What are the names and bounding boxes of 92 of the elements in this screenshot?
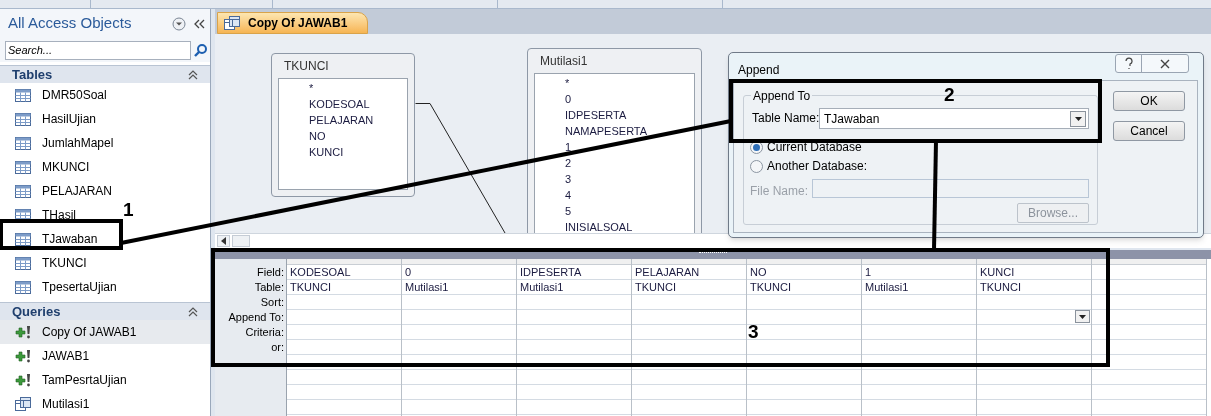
row-label: Append To: <box>227 310 285 325</box>
row-label: Sort: <box>259 295 285 310</box>
field-label: File Name: <box>750 183 808 200</box>
group-title: Tables <box>12 65 54 84</box>
dialog-button[interactable]: Cancel <box>1113 121 1185 141</box>
dropdown-button[interactable] <box>1070 110 1086 127</box>
grid-cell[interactable]: 0 <box>402 265 516 280</box>
plus-exclamation-icon <box>15 373 31 387</box>
close-icon <box>1160 58 1170 69</box>
grid-cell[interactable]: Mutilasi1 <box>517 280 631 295</box>
nav-item[interactable]: Mutilasi1 <box>0 392 94 416</box>
grid-cell[interactable]: NO <box>747 265 861 280</box>
nav-item[interactable]: JAWAB1 <box>0 344 94 368</box>
grid-cell[interactable]: Mutilasi1 <box>862 280 976 295</box>
nav-item[interactable]: PELAJARAN <box>0 179 117 203</box>
field-name[interactable]: * <box>309 80 407 96</box>
field-name[interactable]: NAMAPESERTA <box>565 123 694 139</box>
grid-cell[interactable]: KODESOAL <box>287 265 401 280</box>
help-icon <box>1124 57 1133 70</box>
nav-item[interactable]: TpesertaUjian <box>0 275 121 299</box>
grid-cell[interactable]: PELAJARAN <box>632 265 746 280</box>
nav-item[interactable]: TamPesrtaUjian <box>0 368 131 392</box>
search-field[interactable]: Search... <box>5 40 191 60</box>
scroll-left-icon[interactable] <box>217 235 230 247</box>
nav-item[interactable]: THasil <box>0 203 80 227</box>
plus-exclamation-icon <box>15 349 31 363</box>
radio-option[interactable]: Current Database <box>750 138 862 156</box>
plus-exclamation-icon <box>15 325 31 339</box>
field-name[interactable]: KODESOAL <box>309 96 407 112</box>
table-icon <box>15 88 31 102</box>
group-header[interactable]: Queries <box>0 302 210 320</box>
field-name[interactable]: KUNCI <box>309 144 407 160</box>
row-label: Criteria: <box>244 325 285 340</box>
table-icon <box>15 136 31 150</box>
table-icon <box>15 184 31 198</box>
grid-cell[interactable]: TKUNCI <box>632 280 746 295</box>
search-icon <box>194 43 207 57</box>
annotation-number: 3 <box>748 322 759 342</box>
group-header[interactable]: Tables <box>0 65 210 83</box>
field-label: Table Name: <box>752 110 820 127</box>
grid-cell[interactable]: IDPESERTA <box>517 265 631 280</box>
field-name[interactable]: 2 <box>565 155 694 171</box>
nav-item[interactable]: TKUNCI <box>0 251 91 275</box>
grid-cell[interactable]: TKUNCI <box>977 280 1091 295</box>
grid-cell[interactable]: 1 <box>862 265 976 280</box>
scroll-thumb[interactable] <box>232 235 250 247</box>
table-name-combo[interactable]: TJawaban <box>819 108 1089 129</box>
dialog-title: Append <box>738 62 780 79</box>
nav-item[interactable]: Copy Of JAWAB1 <box>0 320 210 344</box>
group-title: Queries <box>12 302 62 321</box>
caret-icon <box>1074 116 1082 121</box>
caret-icon <box>1079 314 1086 319</box>
dialog-button[interactable]: OK <box>1113 91 1185 111</box>
field-name[interactable]: 1 <box>565 139 694 155</box>
nav-item[interactable]: MKUNCI <box>0 155 94 179</box>
grid-cell[interactable]: TKUNCI <box>747 280 861 295</box>
document-tab[interactable]: Copy Of JAWAB1 <box>217 12 369 34</box>
field-name[interactable]: * <box>565 75 694 91</box>
table-icon <box>15 256 31 270</box>
file-name-field[interactable] <box>812 179 1089 198</box>
table-title: TKUNCI <box>283 58 330 75</box>
field-name[interactable]: PELAJARAN <box>309 112 407 128</box>
dropdown-button[interactable] <box>1075 310 1090 323</box>
grid-cell[interactable]: Mutilasi1 <box>402 280 516 295</box>
dropdown-icon <box>172 16 186 31</box>
field-name[interactable]: IDPESERTA <box>565 107 694 123</box>
radio-option[interactable]: Another Database: <box>750 157 868 175</box>
collapse-icon <box>194 18 206 29</box>
field-name[interactable]: NO <box>309 128 407 144</box>
field-name[interactable]: 4 <box>565 187 694 203</box>
nav-item[interactable]: TJawaban <box>0 227 102 251</box>
table-icon <box>15 232 31 246</box>
query-datasheet-icon <box>15 397 31 411</box>
field-name[interactable]: 0 <box>565 91 694 107</box>
table-icon <box>15 160 31 174</box>
row-label: Field: <box>256 265 285 280</box>
annotation-number: 2 <box>944 85 955 105</box>
grid-cell[interactable]: TKUNCI <box>287 280 401 295</box>
field-name[interactable]: 5 <box>565 203 694 219</box>
annotation-number: 1 <box>123 200 134 220</box>
table-icon <box>15 280 31 294</box>
table-title: Mutilasi1 <box>539 53 589 70</box>
nav-item[interactable]: HasilUjian <box>0 107 101 131</box>
query-datasheet-icon <box>224 16 240 30</box>
row-label: or: <box>270 340 285 355</box>
row-label: Table: <box>253 280 285 295</box>
field-name[interactable]: 3 <box>565 171 694 187</box>
table-icon <box>15 112 31 126</box>
nav-item[interactable]: JumlahMapel <box>0 131 118 155</box>
grid-cell[interactable]: KUNCI <box>977 265 1091 280</box>
nav-item[interactable]: DMR50Soal <box>0 83 111 107</box>
field-name[interactable]: INISIALSOAL <box>565 219 694 233</box>
